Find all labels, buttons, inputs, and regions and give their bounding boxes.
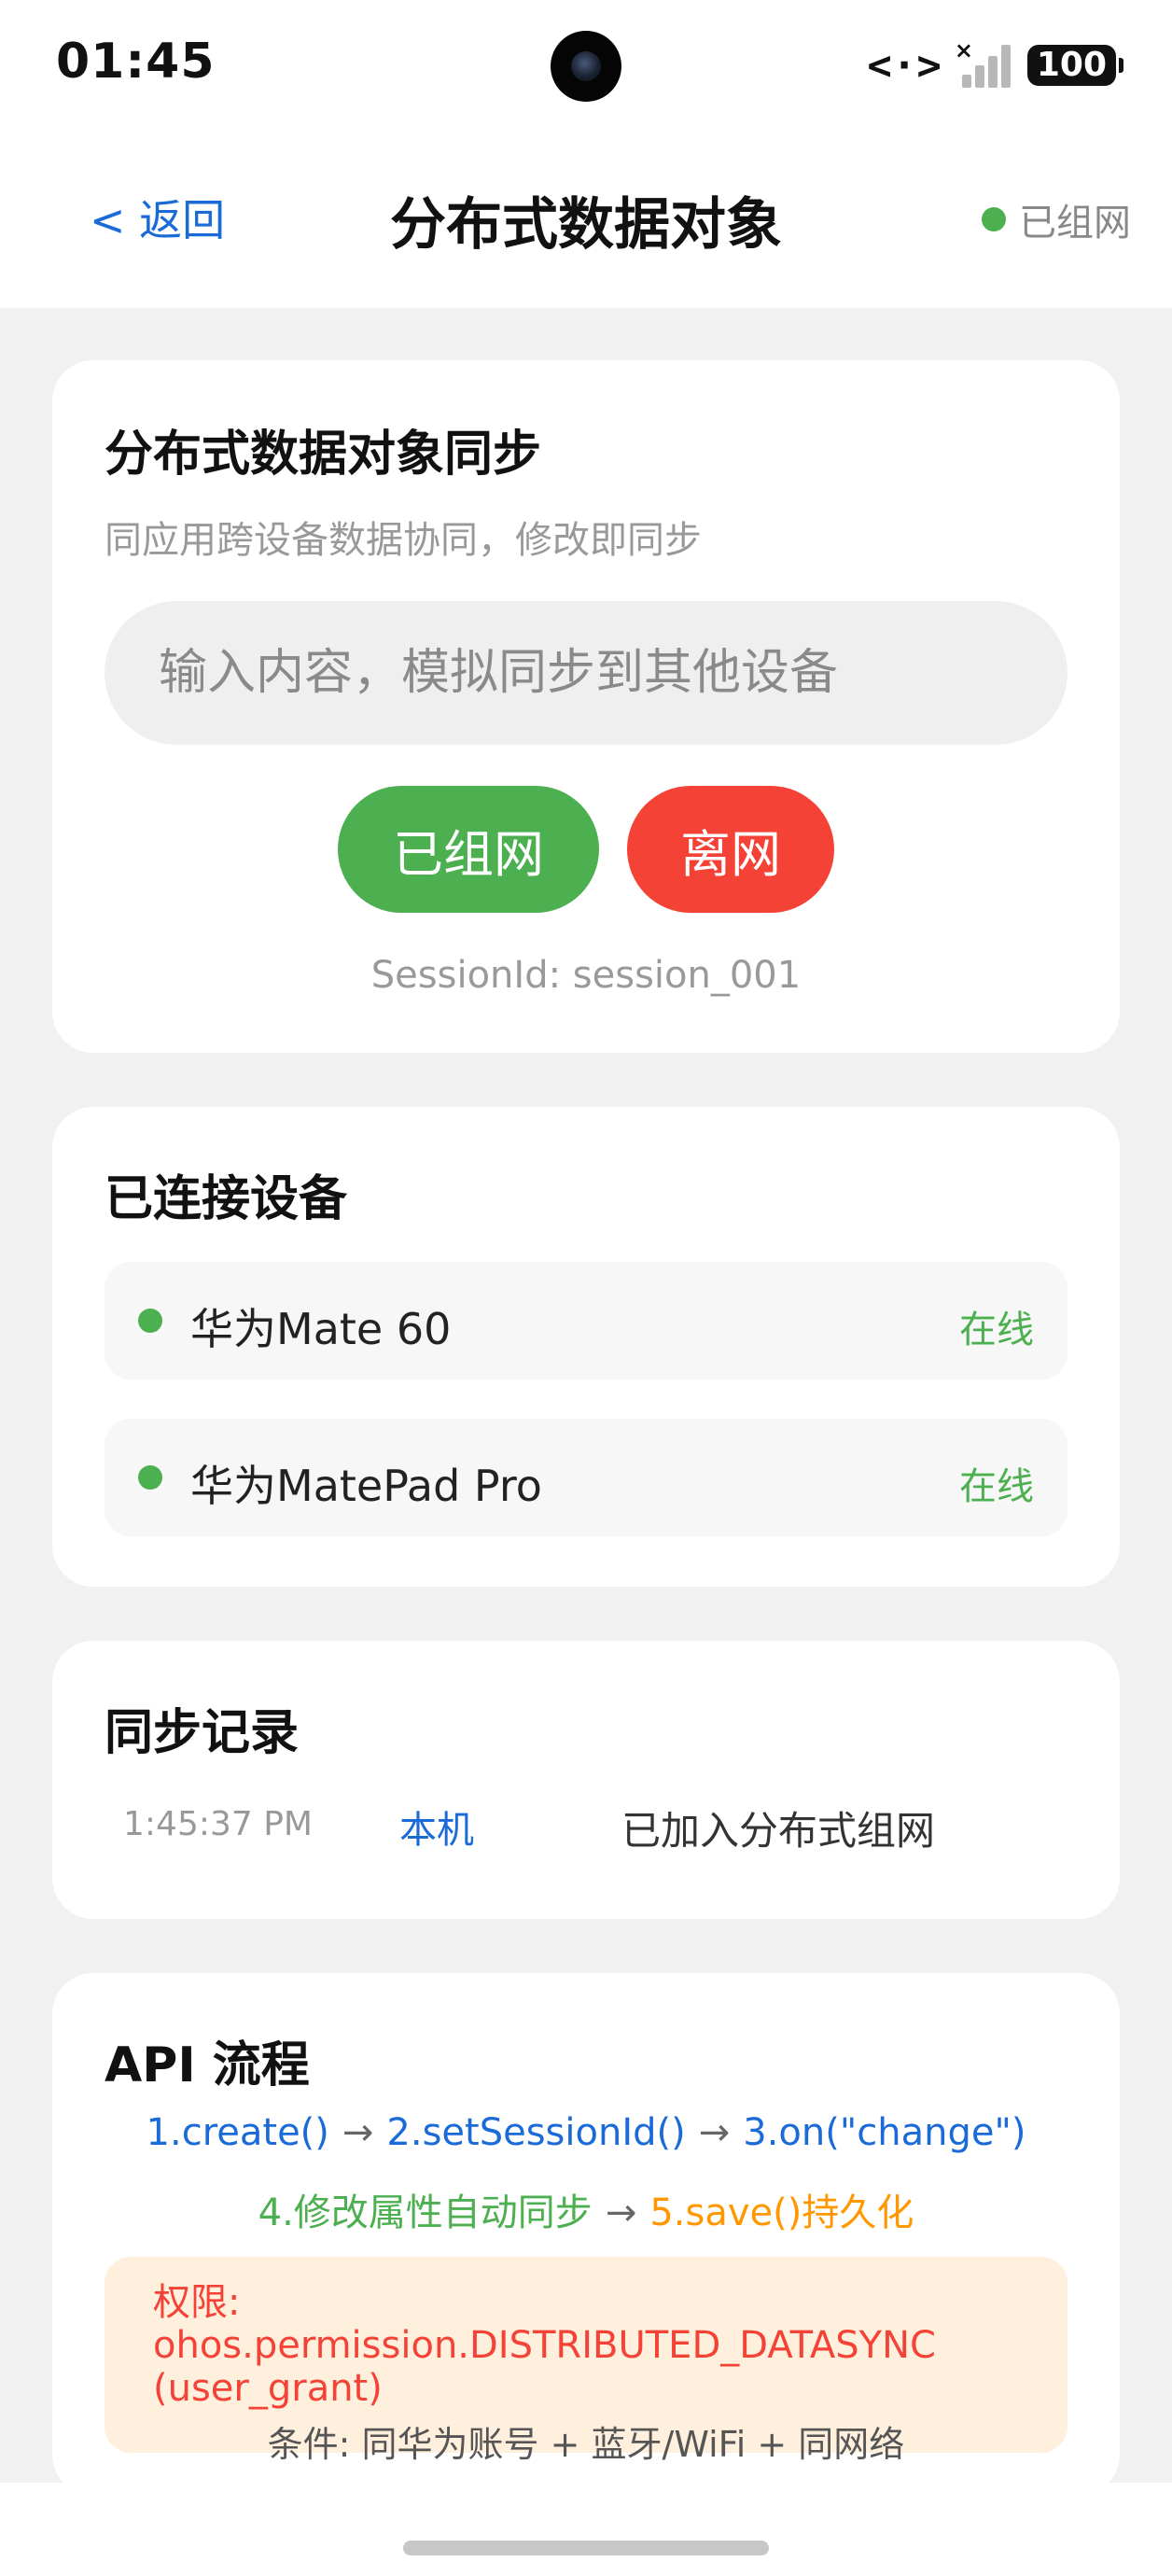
sync-card-subtitle: 同应用跨设备数据协同，修改即同步 [105, 519, 702, 562]
device-name: 华为MatePad Pro [190, 1461, 542, 1511]
network-status: 已组网 [982, 192, 1131, 246]
permission-text: 权限: ohos.permission.DISTRIBUTED_DATASYNC… [153, 2281, 936, 2410]
sync-input-container [105, 601, 1067, 745]
api-flow-line-1: 1.create() → 2.setSessionId() → 3.on("change… [52, 2111, 1120, 2154]
log-message: 已加入分布式组网 [621, 1808, 936, 1854]
network-status-label: 已组网 [1019, 202, 1131, 245]
device-state: 在线 [959, 1309, 1034, 1351]
api-flow-title: API 流程 [105, 2037, 310, 2093]
devices-card-title: 已连接设备 [105, 1171, 348, 1227]
signal-icon: × [955, 37, 1014, 88]
app-header: < 返回 分布式数据对象 已组网 [0, 131, 1172, 308]
log-source: 本机 [399, 1809, 474, 1852]
device-online-dot-icon [138, 1465, 162, 1490]
data-transfer-icon: <·> [867, 41, 942, 90]
arrow-right-icon: → [605, 2191, 637, 2234]
sync-log-title: 同步记录 [105, 1705, 300, 1761]
api-step: 1.create() [146, 2111, 329, 2154]
network-status-dot-icon [982, 207, 1006, 231]
sync-card: 分布式数据对象同步 同应用跨设备数据协同，修改即同步 已组网 离网 Sessio… [52, 360, 1120, 1053]
system-icons: <·> × 100 [867, 37, 1124, 90]
permission-info-box: 权限: ohos.permission.DISTRIBUTED_DATASYNC… [105, 2257, 1067, 2465]
api-step: 2.setSessionId() [386, 2111, 686, 2154]
api-step: 4.修改属性自动同步 [258, 2191, 593, 2234]
log-time: 1:45:37 PM [123, 1805, 313, 1843]
arrow-right-icon: → [698, 2111, 731, 2154]
api-flow-line-2: 4.修改属性自动同步 → 5.save()持久化 [52, 2182, 1120, 2236]
sync-log-card: 同步记录 1:45:37 PM 本机 已加入分布式组网 [52, 1641, 1120, 1919]
log-entry: 1:45:37 PM 本机 已加入分布式组网 [105, 1798, 1067, 1854]
leave-network-button[interactable]: 离网 [627, 786, 834, 913]
front-camera [551, 31, 621, 102]
join-network-button[interactable]: 已组网 [338, 786, 599, 913]
battery-icon: 100 [1026, 45, 1124, 86]
api-step: 5.save()持久化 [649, 2191, 914, 2234]
device-online-dot-icon [138, 1309, 162, 1333]
bottom-bar [0, 2483, 1172, 2576]
arrow-right-icon: → [342, 2111, 374, 2154]
sync-content-input[interactable] [157, 644, 1067, 702]
status-time: 01:45 [56, 34, 216, 90]
status-bar: 01:45 <·> × 100 [0, 0, 1172, 131]
devices-card: 已连接设备 华为Mate 60 在线 华为MatePad Pro 在线 [52, 1107, 1120, 1587]
session-id-label: SessionId: session_001 [370, 954, 802, 997]
device-state: 在线 [959, 1465, 1034, 1508]
sync-card-title: 分布式数据对象同步 [105, 427, 542, 483]
device-row[interactable]: 华为Mate 60 在线 [105, 1262, 1067, 1379]
no-signal-mark-icon: × [954, 37, 973, 63]
api-flow-card: API 流程 1.create() → 2.setSessionId() → 3.on(… [52, 1973, 1120, 2496]
device-row[interactable]: 华为MatePad Pro 在线 [105, 1419, 1067, 1536]
conditions-text: 条件: 同华为账号 + 蓝牙/WiFi + 同网络 [267, 2424, 905, 2465]
device-name: 华为Mate 60 [190, 1304, 452, 1354]
api-step: 3.on("change") [743, 2111, 1026, 2154]
home-indicator[interactable] [403, 2541, 769, 2555]
